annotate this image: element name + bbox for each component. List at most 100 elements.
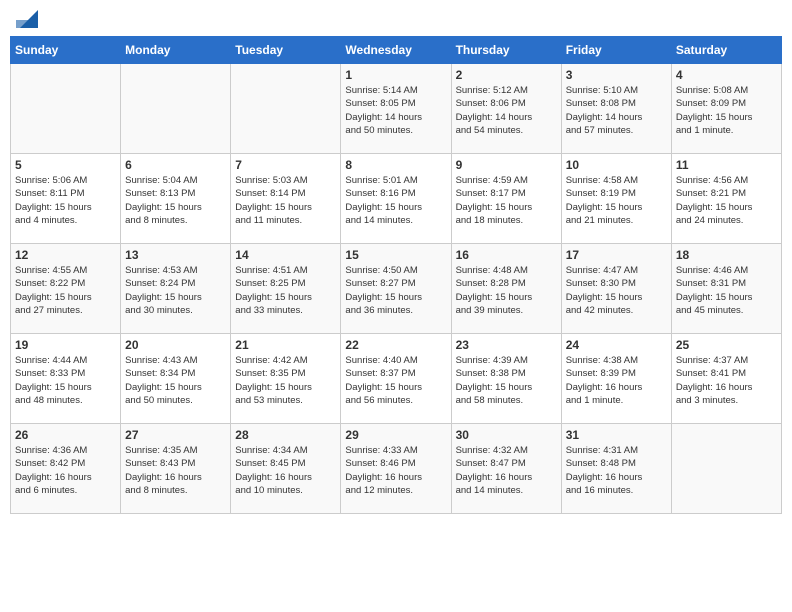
calendar-cell: 21Sunrise: 4:42 AMSunset: 8:35 PMDayligh… <box>231 334 341 424</box>
cell-info: Sunrise: 4:40 AMSunset: 8:37 PMDaylight:… <box>345 354 446 407</box>
header-cell-saturday: Saturday <box>671 37 781 64</box>
day-number: 23 <box>456 338 557 352</box>
cell-info: Sunrise: 5:12 AMSunset: 8:06 PMDaylight:… <box>456 84 557 137</box>
cell-info: Sunrise: 4:35 AMSunset: 8:43 PMDaylight:… <box>125 444 226 497</box>
cell-info: Sunrise: 4:39 AMSunset: 8:38 PMDaylight:… <box>456 354 557 407</box>
calendar-cell: 13 Sunrise: 4:53 AMSunset: 8:24 PMDayligh… <box>121 244 231 334</box>
cell-info: Sunrise: 4:38 AMSunset: 8:39 PMDaylight:… <box>566 354 667 407</box>
cell-info: Sunrise: 4:37 AMSunset: 8:41 PMDaylight:… <box>676 354 777 407</box>
day-number: 14 <box>235 248 336 262</box>
calendar-cell <box>121 64 231 154</box>
header-cell-wednesday: Wednesday <box>341 37 451 64</box>
day-number: 24 <box>566 338 667 352</box>
calendar-table: SundayMondayTuesdayWednesdayThursdayFrid… <box>10 36 782 514</box>
cell-info: Sunrise: 4:42 AMSunset: 8:35 PMDaylight:… <box>235 354 336 407</box>
cell-info: Sunrise: 4:53 AMSunset: 8:24 PMDaylight:… <box>125 264 226 317</box>
day-number: 15 <box>345 248 446 262</box>
calendar-cell: 19 Sunrise: 4:44 AMSunset: 8:33 PMDayligh… <box>11 334 121 424</box>
calendar-cell: 22 Sunrise: 4:40 AMSunset: 8:37 PMDayligh… <box>341 334 451 424</box>
calendar-cell <box>231 64 341 154</box>
calendar-cell: 27 Sunrise: 4:35 AMSunset: 8:43 PMDayligh… <box>121 424 231 514</box>
day-number: 26 <box>15 428 116 442</box>
cell-info: Sunrise: 4:58 AMSunset: 8:19 PMDaylight:… <box>566 174 667 227</box>
cell-info: Sunrise: 4:34 AMSunset: 8:45 PMDaylight:… <box>235 444 336 497</box>
header-row: SundayMondayTuesdayWednesdayThursdayFrid… <box>11 37 782 64</box>
cell-info: Sunrise: 4:59 AMSunset: 8:17 PMDaylight:… <box>456 174 557 227</box>
day-number: 16 <box>456 248 557 262</box>
week-row-3: 12 Sunrise: 4:55 AMSunset: 8:22 PMDayligh… <box>11 244 782 334</box>
logo-icon <box>16 10 38 28</box>
cell-info: Sunrise: 5:01 AMSunset: 8:16 PMDaylight:… <box>345 174 446 227</box>
day-number: 28 <box>235 428 336 442</box>
day-number: 13 <box>125 248 226 262</box>
calendar-cell: 20 Sunrise: 4:43 AMSunset: 8:34 PMDayligh… <box>121 334 231 424</box>
day-number: 31 <box>566 428 667 442</box>
cell-info: Sunrise: 5:14 AMSunset: 8:05 PMDaylight:… <box>345 84 446 137</box>
day-number: 5 <box>15 158 116 172</box>
day-number: 6 <box>125 158 226 172</box>
calendar-cell: 10 Sunrise: 4:58 AMSunset: 8:19 PMDayligh… <box>561 154 671 244</box>
calendar-cell: 23 Sunrise: 4:39 AMSunset: 8:38 PMDayligh… <box>451 334 561 424</box>
cell-info: Sunrise: 4:46 AMSunset: 8:31 PMDaylight:… <box>676 264 777 317</box>
calendar-cell <box>671 424 781 514</box>
cell-info: Sunrise: 4:33 AMSunset: 8:46 PMDaylight:… <box>345 444 446 497</box>
calendar-cell: 29 Sunrise: 4:33 AMSunset: 8:46 PMDayligh… <box>341 424 451 514</box>
cell-info: Sunrise: 4:32 AMSunset: 8:47 PMDaylight:… <box>456 444 557 497</box>
header-cell-tuesday: Tuesday <box>231 37 341 64</box>
day-number: 3 <box>566 68 667 82</box>
cell-info: Sunrise: 4:55 AMSunset: 8:22 PMDaylight:… <box>15 264 116 317</box>
day-number: 2 <box>456 68 557 82</box>
week-row-2: 5 Sunrise: 5:06 AMSunset: 8:11 PMDaylight… <box>11 154 782 244</box>
calendar-cell: 6Sunrise: 5:04 AMSunset: 8:13 PMDaylight… <box>121 154 231 244</box>
day-number: 22 <box>345 338 446 352</box>
calendar-cell: 18 Sunrise: 4:46 AMSunset: 8:31 PMDayligh… <box>671 244 781 334</box>
day-number: 1 <box>345 68 446 82</box>
calendar-cell: 30 Sunrise: 4:32 AMSunset: 8:47 PMDayligh… <box>451 424 561 514</box>
cell-info: Sunrise: 4:51 AMSunset: 8:25 PMDaylight:… <box>235 264 336 317</box>
day-number: 20 <box>125 338 226 352</box>
calendar-cell: 17 Sunrise: 4:47 AMSunset: 8:30 PMDayligh… <box>561 244 671 334</box>
day-number: 4 <box>676 68 777 82</box>
calendar-cell: 1 Sunrise: 5:14 AMSunset: 8:05 PMDaylight… <box>341 64 451 154</box>
header-cell-thursday: Thursday <box>451 37 561 64</box>
calendar-cell: 28 Sunrise: 4:34 AMSunset: 8:45 PMDayligh… <box>231 424 341 514</box>
calendar-cell: 26 Sunrise: 4:36 AMSunset: 8:42 PMDayligh… <box>11 424 121 514</box>
cell-info: Sunrise: 4:56 AMSunset: 8:21 PMDaylight:… <box>676 174 777 227</box>
day-number: 11 <box>676 158 777 172</box>
logo <box>14 10 38 28</box>
calendar-cell: 4 Sunrise: 5:08 AMSunset: 8:09 PMDaylight… <box>671 64 781 154</box>
cell-info: Sunrise: 4:48 AMSunset: 8:28 PMDaylight:… <box>456 264 557 317</box>
cell-info: Sunrise: 5:10 AMSunset: 8:08 PMDaylight:… <box>566 84 667 137</box>
cell-info: Sunrise: 4:47 AMSunset: 8:30 PMDaylight:… <box>566 264 667 317</box>
calendar-cell: 16 Sunrise: 4:48 AMSunset: 8:28 PMDayligh… <box>451 244 561 334</box>
cell-info: Sunrise: 4:31 AMSunset: 8:48 PMDaylight:… <box>566 444 667 497</box>
day-number: 29 <box>345 428 446 442</box>
calendar-cell: 25Sunrise: 4:37 AMSunset: 8:41 PMDayligh… <box>671 334 781 424</box>
cell-info: Sunrise: 5:08 AMSunset: 8:09 PMDaylight:… <box>676 84 777 137</box>
header-cell-friday: Friday <box>561 37 671 64</box>
day-number: 17 <box>566 248 667 262</box>
week-row-1: 1 Sunrise: 5:14 AMSunset: 8:05 PMDaylight… <box>11 64 782 154</box>
cell-info: Sunrise: 5:03 AMSunset: 8:14 PMDaylight:… <box>235 174 336 227</box>
calendar-cell: 12 Sunrise: 4:55 AMSunset: 8:22 PMDayligh… <box>11 244 121 334</box>
calendar-cell: 5 Sunrise: 5:06 AMSunset: 8:11 PMDaylight… <box>11 154 121 244</box>
calendar-cell: 31 Sunrise: 4:31 AMSunset: 8:48 PMDayligh… <box>561 424 671 514</box>
day-number: 18 <box>676 248 777 262</box>
calendar-cell: 14 Sunrise: 4:51 AMSunset: 8:25 PMDayligh… <box>231 244 341 334</box>
day-number: 7 <box>235 158 336 172</box>
cell-info: Sunrise: 4:36 AMSunset: 8:42 PMDaylight:… <box>15 444 116 497</box>
calendar-cell <box>11 64 121 154</box>
day-number: 8 <box>345 158 446 172</box>
cell-info: Sunrise: 4:44 AMSunset: 8:33 PMDaylight:… <box>15 354 116 407</box>
week-row-5: 26 Sunrise: 4:36 AMSunset: 8:42 PMDayligh… <box>11 424 782 514</box>
day-number: 12 <box>15 248 116 262</box>
day-number: 27 <box>125 428 226 442</box>
calendar-cell: 24 Sunrise: 4:38 AMSunset: 8:39 PMDayligh… <box>561 334 671 424</box>
day-number: 9 <box>456 158 557 172</box>
cell-info: Sunrise: 4:43 AMSunset: 8:34 PMDaylight:… <box>125 354 226 407</box>
day-number: 19 <box>15 338 116 352</box>
day-number: 10 <box>566 158 667 172</box>
day-number: 30 <box>456 428 557 442</box>
cell-info: Sunrise: 5:06 AMSunset: 8:11 PMDaylight:… <box>15 174 116 227</box>
header-cell-monday: Monday <box>121 37 231 64</box>
